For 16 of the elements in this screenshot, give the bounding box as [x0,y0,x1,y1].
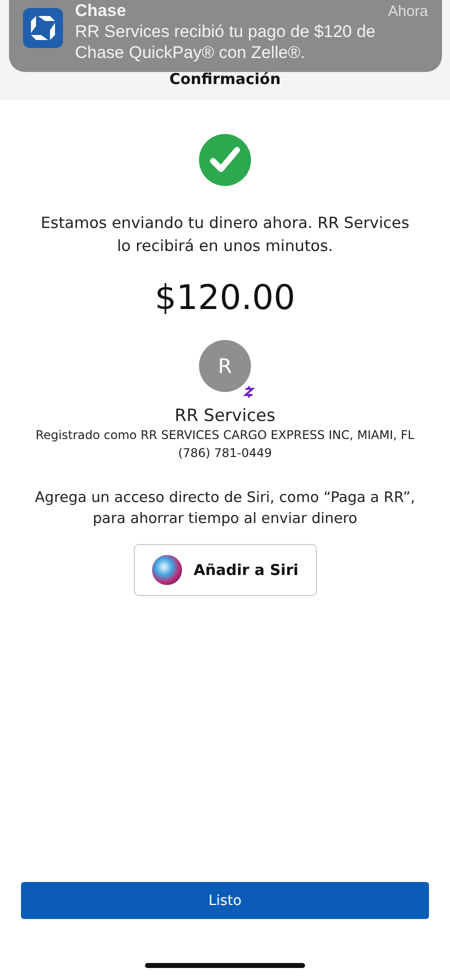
siri-prompt: Agrega un acceso directo de Siri, como “Paga a RR”, para ahorrar tiempo al enviar dinero [34,489,416,529]
recipient-name: RR Services [174,406,276,426]
notification-app-name: Chase [75,1,126,21]
screen-title: Confirmación [169,70,281,88]
phone-number: (786) 781-0449 [178,445,272,462]
registered-name: Registrado como RR SERVICES CARGO EXPRESS INC, MIAMI, FL [36,427,414,444]
success-check-icon [199,134,251,186]
avatar: R [199,340,251,392]
notification-time: Ahora [388,3,428,20]
amount: $120.00 [154,278,296,318]
done-button[interactable]: Listo [21,882,429,919]
siri-orb-icon [152,555,182,585]
octagon-logo-icon [23,8,63,48]
add-to-siri-button[interactable]: Añadir a Siri [134,544,316,596]
notification-message: RR Services recibió tu pago de $120 de Chase QuickPay® con Zelle®. [75,21,377,63]
confirmation-message: Estamos enviando tu dinero ahora. RR Services lo recibirá en unos minutos. [40,213,410,257]
